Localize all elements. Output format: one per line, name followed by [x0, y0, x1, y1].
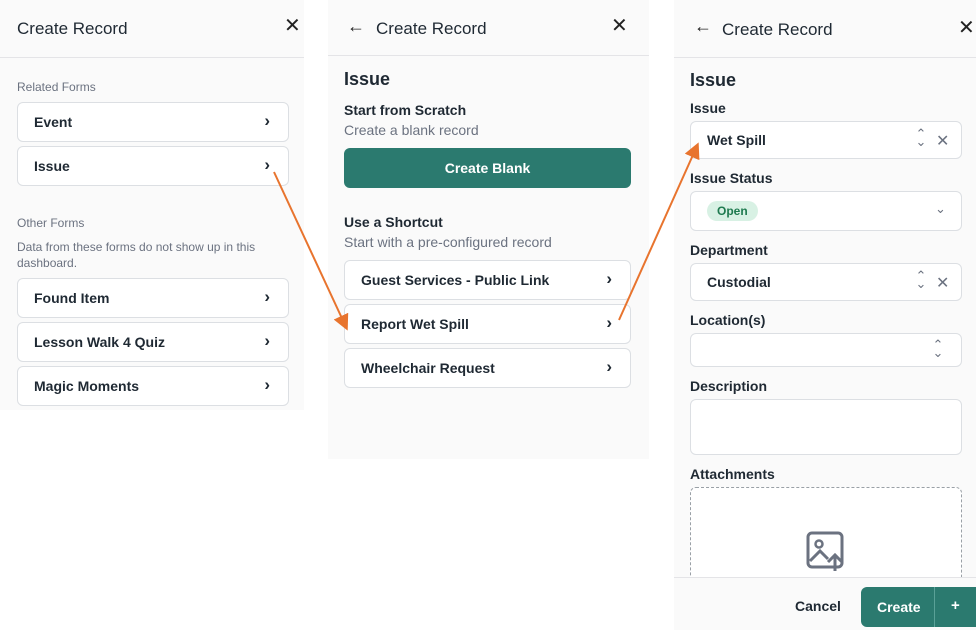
create-record-panel-issue-options: ← Create Record ✕ Issue Start from Scrat… — [328, 0, 649, 459]
cancel-button[interactable]: Cancel — [795, 598, 841, 614]
back-arrow-icon[interactable]: ← — [347, 16, 365, 36]
form-item-label: Event — [34, 114, 73, 130]
form-item-magic-moments[interactable]: Magic Moments › — [17, 366, 289, 406]
close-icon[interactable]: ✕ — [958, 18, 975, 38]
shortcut-label: Wheelchair Request — [361, 360, 495, 376]
create-button-group: Create + — [861, 587, 976, 627]
shortcut-wheelchair-request[interactable]: Wheelchair Request › — [344, 348, 631, 388]
image-upload-icon — [806, 531, 844, 571]
form-item-lesson-walk[interactable]: Lesson Walk 4 Quiz › — [17, 322, 289, 362]
scratch-title: Start from Scratch — [344, 102, 467, 118]
clear-icon[interactable]: ✕ — [936, 273, 949, 293]
form-item-label: Lesson Walk 4 Quiz — [34, 334, 165, 350]
status-badge: Open — [707, 201, 758, 221]
create-blank-button[interactable]: Create Blank — [344, 148, 631, 188]
chevron-right-icon: › — [264, 111, 270, 130]
shortcut-title: Use a Shortcut — [344, 214, 443, 230]
issue-value: Wet Spill — [707, 132, 766, 148]
form-item-issue[interactable]: Issue › — [17, 146, 289, 186]
updown-icon: ⌃ ⌄ — [915, 126, 927, 149]
form-item-label: Found Item — [34, 290, 110, 306]
form-heading: Issue — [344, 69, 391, 89]
back-arrow-icon[interactable]: ← — [694, 16, 712, 36]
shortcut-label: Guest Services - Public Link — [361, 272, 550, 288]
panel-header: Create Record ✕ — [0, 0, 304, 58]
shortcut-label: Report Wet Spill — [361, 316, 469, 332]
create-more-button[interactable]: + — [951, 597, 960, 614]
form-item-label: Issue — [34, 158, 70, 174]
department-value: Custodial — [707, 274, 771, 290]
description-textarea[interactable] — [690, 399, 962, 455]
panel-title: Create Record — [376, 19, 487, 38]
other-forms-label: Other Forms — [17, 216, 85, 230]
shortcut-subtitle: Start with a pre-configured record — [344, 234, 552, 250]
chevron-right-icon: › — [264, 375, 270, 394]
create-record-panel-forms: Create Record ✕ Related Forms Event › Is… — [0, 0, 304, 410]
form-footer: Cancel Create + — [674, 577, 976, 630]
shortcut-report-wet-spill[interactable]: Report Wet Spill › — [344, 304, 631, 344]
panel-header: ← Create Record ✕ — [674, 0, 976, 58]
panel-title: Create Record — [17, 19, 128, 38]
scratch-subtitle: Create a blank record — [344, 122, 479, 138]
attachments-dropzone[interactable] — [690, 487, 962, 587]
form-heading: Issue — [690, 70, 737, 90]
location-select[interactable]: ⌃ ⌄ — [690, 333, 962, 367]
chevron-right-icon: › — [264, 287, 270, 306]
status-field-label: Issue Status — [690, 170, 773, 186]
form-item-event[interactable]: Event › — [17, 102, 289, 142]
panel-title: Create Record — [722, 20, 833, 39]
chevron-down-icon: ⌄ — [935, 201, 946, 216]
panel-header: ← Create Record ✕ — [328, 0, 649, 56]
chevron-right-icon: › — [606, 357, 612, 376]
close-icon[interactable]: ✕ — [284, 16, 301, 36]
other-forms-hint: Data from these forms do not show up in … — [17, 240, 256, 270]
updown-icon: ⌃ ⌄ — [915, 268, 927, 291]
issue-field-label: Issue — [690, 100, 726, 116]
chevron-right-icon: › — [264, 155, 270, 174]
status-select[interactable]: Open ⌄ — [690, 191, 962, 231]
location-field-label: Location(s) — [690, 312, 766, 328]
create-button[interactable]: Create — [877, 599, 921, 615]
form-item-label: Magic Moments — [34, 378, 140, 394]
department-select[interactable]: Custodial ⌃ ⌄ ✕ — [690, 263, 962, 301]
department-field-label: Department — [690, 242, 768, 258]
related-forms-label: Related Forms — [17, 80, 96, 94]
chevron-right-icon: › — [606, 313, 612, 332]
shortcut-guest-services[interactable]: Guest Services - Public Link › — [344, 260, 631, 300]
chevron-right-icon: › — [264, 331, 270, 350]
chevron-right-icon: › — [606, 269, 612, 288]
form-item-found-item[interactable]: Found Item › — [17, 278, 289, 318]
updown-icon: ⌃ ⌄ — [932, 337, 944, 360]
create-record-panel-issue-form: ← Create Record ✕ Issue Issue Wet Spill … — [674, 0, 976, 630]
button-divider — [934, 587, 935, 627]
issue-select[interactable]: Wet Spill ⌃ ⌄ ✕ — [690, 121, 962, 159]
clear-icon[interactable]: ✕ — [936, 131, 949, 151]
attachments-field-label: Attachments — [690, 466, 775, 482]
close-icon[interactable]: ✕ — [611, 16, 628, 36]
description-field-label: Description — [690, 378, 768, 394]
